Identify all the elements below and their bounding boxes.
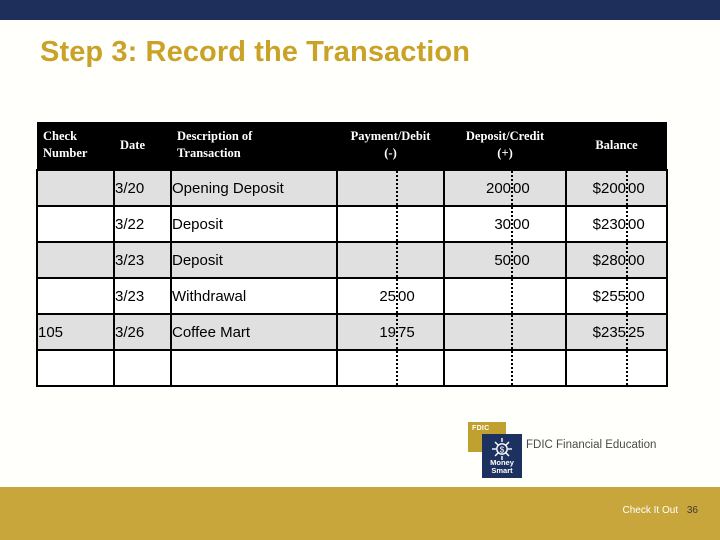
header-check-line2: Number (43, 146, 88, 160)
cell-check-number (36, 205, 115, 243)
cell-date: 3/26 (113, 313, 172, 351)
bottom-gold-band (0, 487, 720, 540)
header-payment-line2: (-) (384, 146, 397, 160)
cell-payment-cents: 75 (397, 313, 446, 351)
cell-date (113, 349, 172, 387)
svg-text:$: $ (500, 446, 505, 455)
table-row: 3/20 Opening Deposit 200 00 $200 00 (36, 169, 669, 207)
check-register-table: Check Number Date Description of Transac… (36, 122, 669, 387)
table-row: 3/22 Deposit 30 00 $230 00 (36, 205, 669, 243)
cell-balance-cents: 00 (627, 241, 669, 279)
column-header-check-number: Check Number (37, 122, 114, 170)
cell-deposit-cents: 00 (512, 241, 568, 279)
cell-description (170, 349, 338, 387)
cell-check-number (36, 349, 115, 387)
cell-deposit-dollars (443, 313, 514, 351)
cell-deposit-dollars: 30 (443, 205, 514, 243)
cell-check-number: 105 (36, 313, 115, 351)
cell-balance-dollars: $230 (565, 205, 629, 243)
header-payment-line1: Payment/Debit (350, 129, 431, 144)
column-header-balance: Balance (566, 122, 668, 170)
cell-deposit-dollars (443, 277, 514, 315)
cell-check-number (36, 241, 115, 279)
cell-payment-dollars (336, 169, 398, 207)
cell-balance-dollars: $280 (565, 241, 629, 279)
cell-deposit-dollars: 200 (443, 169, 514, 207)
top-navy-band (0, 0, 720, 20)
cell-deposit-cents (512, 349, 568, 387)
cell-date: 3/20 (113, 169, 172, 207)
table-header: Check Number Date Description of Transac… (37, 122, 668, 170)
cell-description: Deposit (170, 205, 338, 243)
header-description-line2: Transaction (177, 146, 241, 160)
cell-balance-dollars: $255 (565, 277, 629, 315)
cell-balance-dollars: $200 (565, 169, 629, 207)
cell-deposit-cents: 00 (512, 205, 568, 243)
table-row: 3/23 Deposit 50 00 $280 00 (36, 241, 669, 279)
cell-payment-dollars: 25 (336, 277, 398, 315)
header-deposit-line1: Deposit/Credit (465, 129, 545, 144)
cell-payment-dollars (336, 349, 398, 387)
column-header-deposit-credit: Deposit/Credit (+) (444, 122, 567, 170)
footer-label: Check It Out (622, 505, 679, 516)
page-number: 36 (686, 505, 698, 516)
cell-description: Coffee Mart (170, 313, 338, 351)
fdic-label: FDIC (472, 425, 490, 432)
cell-check-number (36, 169, 115, 207)
cell-description: Deposit (170, 241, 338, 279)
cell-deposit-dollars: 50 (443, 241, 514, 279)
fdic-logo-caption: FDIC Financial Education (526, 439, 657, 451)
cell-payment-cents: 00 (397, 277, 446, 315)
page-title: Step 3: Record the Transaction (40, 36, 471, 68)
cell-deposit-dollars (443, 349, 514, 387)
cell-deposit-cents: 00 (512, 169, 568, 207)
cell-deposit-cents (512, 313, 568, 351)
money-smart-navy-square: $ Money Smart (482, 434, 522, 478)
cell-balance-cents: 00 (627, 169, 669, 207)
cell-date: 3/23 (113, 277, 172, 315)
cell-payment-cents (397, 349, 446, 387)
cell-balance-cents: 00 (627, 277, 669, 315)
header-deposit-line2: (+) (497, 146, 513, 160)
cell-payment-dollars: 19 (336, 313, 398, 351)
cell-date: 3/23 (113, 241, 172, 279)
cell-balance-cents (627, 349, 669, 387)
header-check-line1: Check (43, 129, 78, 144)
footer: Check It Out 36 (623, 505, 698, 516)
cell-payment-cents (397, 205, 446, 243)
header-description-line1: Description of (177, 129, 253, 144)
cell-payment-dollars (336, 205, 398, 243)
cell-description: Opening Deposit (170, 169, 338, 207)
table-row: 105 3/26 Coffee Mart 19 75 $235 25 (36, 313, 669, 351)
cell-payment-dollars (336, 241, 398, 279)
column-header-payment-debit: Payment/Debit (-) (337, 122, 445, 170)
cell-payment-cents (397, 169, 446, 207)
cell-deposit-cents (512, 277, 568, 315)
column-header-date: Date (114, 122, 171, 170)
cell-balance-dollars (565, 349, 629, 387)
cell-balance-cents: 00 (627, 205, 669, 243)
column-header-description: Description of Transaction (171, 122, 337, 170)
cell-balance-dollars: $235 (565, 313, 629, 351)
cell-date: 3/22 (113, 205, 172, 243)
cell-description: Withdrawal (170, 277, 338, 315)
header-balance-line1: Balance (595, 137, 638, 152)
cell-balance-cents: 25 (627, 313, 669, 351)
table-body: 3/20 Opening Deposit 200 00 $200 00 3/22 Deposi… (36, 169, 669, 387)
cell-check-number (36, 277, 115, 315)
money-smart-wordmark: Money Smart (482, 458, 522, 476)
cell-payment-cents (397, 241, 446, 279)
table-row (36, 349, 669, 387)
table-row: 3/23 Withdrawal 25 00 $255 00 (36, 277, 669, 315)
logo-word-smart: Smart (491, 466, 513, 476)
fdic-money-smart-logo: FDIC $ Money Smart FDIC Financial Educat… (468, 422, 668, 480)
header-date-label: Date (120, 137, 145, 152)
